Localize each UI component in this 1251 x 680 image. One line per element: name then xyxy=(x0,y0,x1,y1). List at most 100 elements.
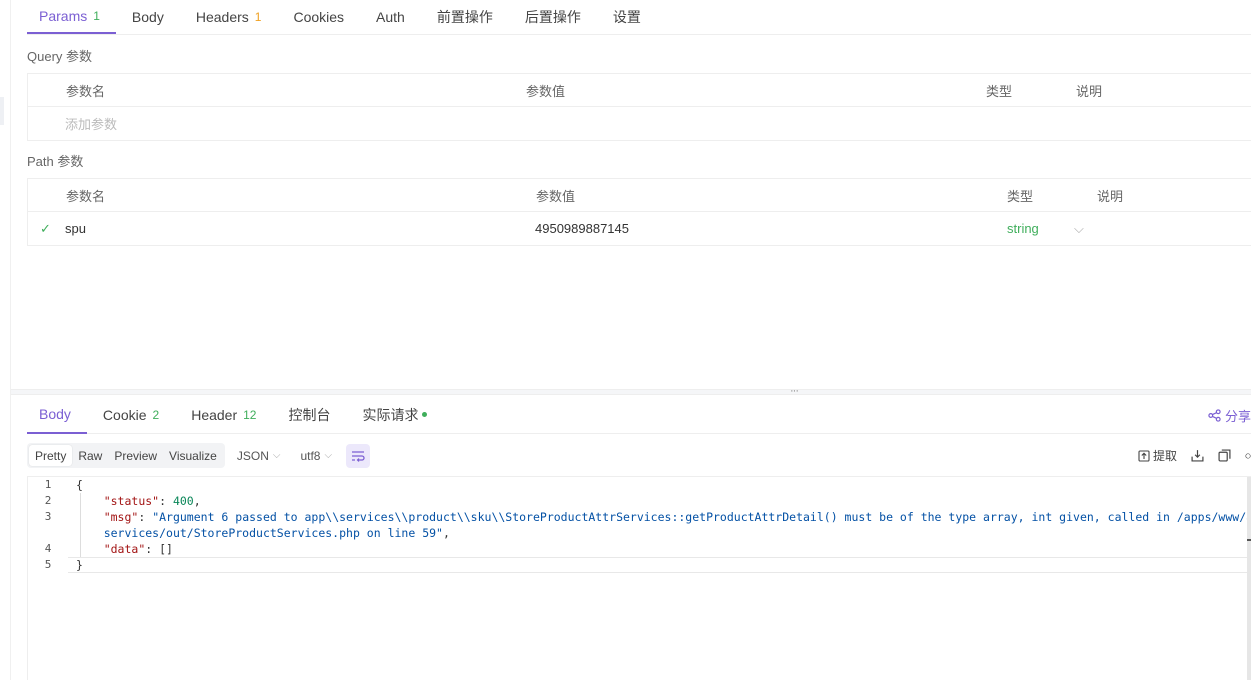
param-type[interactable]: string xyxy=(1007,221,1039,236)
code-token: } xyxy=(76,558,83,572)
response-toolbar: Pretty Raw Preview Visualize JSON ⌵ utf8 ⌵… xyxy=(27,443,1251,468)
line-number: 3 xyxy=(44,510,52,523)
tab-label: Headers xyxy=(195,8,249,25)
line-number: 4 xyxy=(44,542,52,555)
query-params-label: Query 参数 xyxy=(27,49,93,64)
status-dot-icon xyxy=(422,412,428,417)
add-param-input[interactable]: 添加参数 xyxy=(65,114,117,133)
word-wrap-button[interactable] xyxy=(346,443,371,468)
tab-label: Body xyxy=(39,405,71,422)
code-line: "msg": "Argument 6 passed to app\\servic… xyxy=(76,509,1251,525)
code-line: } xyxy=(76,557,83,573)
enabled-check-icon[interactable]: ✓ xyxy=(40,221,51,237)
search-button[interactable] xyxy=(1245,450,1251,462)
tab-post-operations[interactable]: 后置操作 xyxy=(509,0,597,34)
copy-button[interactable] xyxy=(1218,449,1231,462)
scrollbar[interactable] xyxy=(1247,477,1251,680)
tab-label: Auth xyxy=(376,8,405,25)
column-header: 参数名 xyxy=(66,188,106,204)
format-value: JSON xyxy=(236,448,269,463)
response-tabs: Body Cookie 2 Header 12 控制台 实际请求 分享 xyxy=(27,396,1251,434)
tab-count: 12 xyxy=(243,407,257,422)
param-value[interactable]: 4950989887145 xyxy=(535,221,629,236)
json-number: 400 xyxy=(172,494,194,508)
tab-response-cookie[interactable]: Cookie 2 xyxy=(87,396,175,434)
view-preview-button[interactable]: Preview xyxy=(108,445,163,466)
share-button[interactable]: 分享 xyxy=(1208,396,1251,434)
chevron-down-icon[interactable]: ⌵ xyxy=(1074,221,1084,237)
scrollbar-thumb[interactable] xyxy=(1247,539,1251,541)
current-line-highlight xyxy=(68,557,1251,573)
format-select[interactable]: JSON ⌵ xyxy=(237,449,281,463)
share-icon xyxy=(1208,408,1221,422)
tab-label: Cookies xyxy=(293,8,345,25)
param-name[interactable]: spu xyxy=(65,221,86,236)
path-params-table: 参数名 参数值 类型 说明 ✓ spu 4950989887145 string… xyxy=(27,178,1251,246)
download-button[interactable] xyxy=(1191,449,1204,462)
tab-count: 1 xyxy=(93,8,100,23)
response-body-editor[interactable]: 1 2 3 4 5 { "status": 400, "msg": "Argum… xyxy=(27,476,1251,680)
view-visualize-button[interactable]: Visualize xyxy=(163,445,223,466)
tab-params[interactable]: Params 1 xyxy=(27,0,116,34)
view-raw-button[interactable]: Raw xyxy=(72,445,108,466)
code-line: "status": 400, xyxy=(103,494,201,508)
tab-label: 前置操作 xyxy=(436,8,493,25)
tab-label: 实际请求 xyxy=(362,406,419,423)
extract-icon xyxy=(1138,449,1150,462)
column-header: 参数值 xyxy=(536,188,576,204)
response-actions: 提取 xyxy=(1138,443,1251,468)
extract-label: 提取 xyxy=(1152,449,1177,463)
code-token: { xyxy=(76,478,83,492)
tab-response-header[interactable]: Header 12 xyxy=(175,396,272,434)
encoding-value: utf8 xyxy=(300,448,321,463)
line-number: 2 xyxy=(44,494,52,507)
json-key: "status" xyxy=(103,494,160,508)
chevron-down-icon: ⌵ xyxy=(324,450,333,461)
json-key: "data" xyxy=(103,542,146,556)
extract-button[interactable]: 提取 xyxy=(1138,447,1177,464)
encoding-select[interactable]: utf8 ⌵ xyxy=(300,449,332,463)
json-string: "Argument 6 passed to app\\services\\pro… xyxy=(152,510,1251,524)
code-line-wrapped: services/out/StoreProductServices.php on… xyxy=(103,526,450,540)
column-header: 参数值 xyxy=(526,83,566,99)
column-header: 说明 xyxy=(1076,83,1103,99)
json-array: [] xyxy=(159,542,173,556)
json-key: "msg" xyxy=(103,510,139,524)
panel-splitter[interactable]: ··· xyxy=(11,385,1251,397)
table-row: ✓ spu 4950989887145 string ⌵ xyxy=(28,212,1251,245)
line-number: 1 xyxy=(44,478,52,491)
column-header: 参数名 xyxy=(66,83,106,99)
share-label: 分享 xyxy=(1224,408,1251,424)
copy-icon xyxy=(1218,449,1231,462)
tab-label: 后置操作 xyxy=(524,8,581,25)
wrap-lines-icon xyxy=(352,450,365,462)
tab-label: 控制台 xyxy=(288,406,331,423)
tab-count: 2 xyxy=(152,407,160,422)
column-header: 说明 xyxy=(1097,188,1124,204)
column-header: 类型 xyxy=(1007,188,1034,204)
tab-response-body[interactable]: Body xyxy=(27,396,87,434)
column-header: 类型 xyxy=(986,83,1013,99)
view-pretty-button[interactable]: Pretty xyxy=(29,445,73,466)
view-mode-switch: Pretty Raw Preview Visualize xyxy=(27,443,225,468)
panel-collapse-handle[interactable] xyxy=(0,97,4,125)
tab-label: 设置 xyxy=(612,8,641,25)
add-param-row[interactable]: 添加参数 xyxy=(28,107,1251,140)
left-panel-edge xyxy=(0,0,11,680)
tab-console[interactable]: 控制台 xyxy=(272,396,346,434)
search-icon xyxy=(1245,452,1251,459)
tab-label: Cookie xyxy=(102,406,147,423)
table-header-row: 参数名 参数值 类型 说明 xyxy=(28,179,1251,212)
tab-settings[interactable]: 设置 xyxy=(597,0,657,34)
code-line: { xyxy=(76,477,83,493)
query-params-table: 参数名 参数值 类型 说明 添加参数 xyxy=(27,73,1251,141)
download-icon xyxy=(1191,450,1204,462)
tab-headers[interactable]: Headers 1 xyxy=(180,0,278,34)
tab-cookies[interactable]: Cookies xyxy=(277,0,360,34)
tab-count: 1 xyxy=(254,9,262,24)
tab-body[interactable]: Body xyxy=(116,0,180,34)
tab-pre-operations[interactable]: 前置操作 xyxy=(421,0,509,34)
path-params-label: Path 参数 xyxy=(27,154,84,169)
tab-auth[interactable]: Auth xyxy=(360,0,421,34)
tab-actual-request[interactable]: 实际请求 xyxy=(346,396,443,434)
